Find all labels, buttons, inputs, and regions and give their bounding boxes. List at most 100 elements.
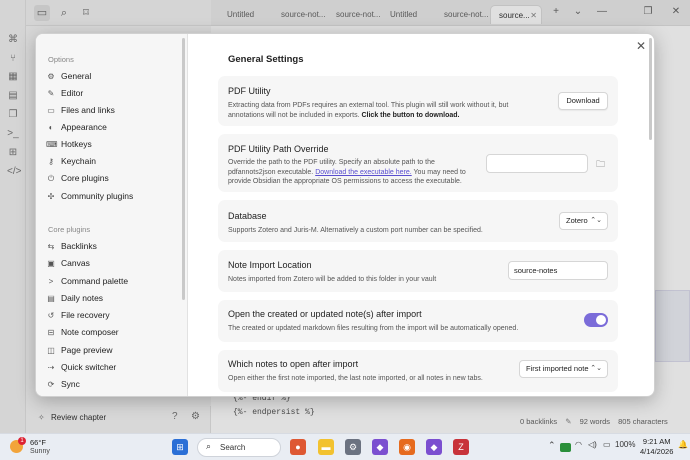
history-icon: ↺ bbox=[47, 311, 55, 320]
setting-title: Open the created or updated note(s) afte… bbox=[228, 309, 422, 319]
calendar-icon: ▤ bbox=[47, 294, 55, 303]
notifications-icon[interactable]: 🔔 bbox=[678, 440, 688, 449]
select-value: First imported note bbox=[526, 364, 589, 373]
gear-icon: ⚙ bbox=[47, 72, 55, 81]
nav-item-command-palette[interactable]: > Command palette bbox=[46, 273, 176, 289]
obsidian-icon[interactable]: ◆ bbox=[372, 439, 388, 455]
wifi-icon[interactable]: ◠ bbox=[575, 440, 582, 449]
nav-item-label: Backlinks bbox=[61, 241, 97, 251]
setting-pdf-path-override: PDF Utility Path Override Override the p… bbox=[218, 134, 618, 192]
nav-item-community-plugins[interactable]: ✣ Community plugins bbox=[46, 188, 176, 204]
duckduckgo-icon[interactable]: ● bbox=[290, 439, 306, 455]
which-notes-select[interactable]: First imported note ⌃⌄ bbox=[519, 360, 608, 378]
key-icon: ⚷ bbox=[48, 157, 54, 166]
clock[interactable]: 9:21 AM 4/14/2026 bbox=[640, 437, 673, 457]
search-icon: ⌕ bbox=[206, 441, 212, 451]
setting-pdf-utility: PDF Utility Extracting data from PDFs re… bbox=[218, 76, 618, 126]
nav-item-label: Editor bbox=[61, 88, 84, 98]
weather-widget[interactable]: 1 66°F Sunny bbox=[10, 437, 70, 459]
canvas-icon: ▣ bbox=[47, 259, 55, 268]
nav-item-canvas[interactable]: ▣ Canvas bbox=[46, 255, 176, 271]
notification-badge: 1 bbox=[18, 437, 26, 445]
settings-content: General Settings PDF Utility Extracting … bbox=[188, 34, 654, 396]
clock-time: 9:21 AM bbox=[642, 437, 671, 446]
toggle-knob bbox=[596, 315, 606, 325]
nav-item-label: Command palette bbox=[61, 276, 129, 286]
nvidia-icon[interactable] bbox=[560, 443, 571, 452]
setting-description: Notes imported from Zotero will be added… bbox=[228, 276, 437, 283]
setting-open-after-import: Open the created or updated note(s) afte… bbox=[218, 300, 618, 342]
battery-icon[interactable]: ▭ bbox=[603, 440, 611, 449]
nav-item-files-and-links[interactable]: ▭ Files and links bbox=[46, 102, 176, 118]
nav-heading-core-plugins: Core plugins bbox=[48, 225, 91, 234]
open-after-import-toggle[interactable] bbox=[584, 313, 608, 327]
setting-title: Which notes to open after import bbox=[228, 359, 359, 369]
battery-percent: 100% bbox=[615, 440, 636, 449]
nav-item-label: General bbox=[61, 71, 92, 81]
settings-app-icon[interactable]: ⚙ bbox=[345, 439, 361, 455]
setting-title: PDF Utility Path Override bbox=[228, 144, 329, 154]
desc-text: annotations will not be included in expo… bbox=[228, 111, 362, 119]
desc-bold: Click the button to download. bbox=[361, 111, 460, 119]
nav-item-hotkeys[interactable]: ⌨ Hotkeys bbox=[46, 136, 176, 152]
volume-icon[interactable]: ◁) bbox=[588, 440, 597, 449]
pdf-path-input[interactable] bbox=[486, 154, 588, 173]
nav-item-keychain[interactable]: ⚷ Keychain bbox=[46, 153, 176, 169]
sync-icon: ⟳ bbox=[47, 380, 55, 389]
setting-title: Database bbox=[228, 211, 267, 221]
download-button[interactable]: Download bbox=[558, 92, 608, 110]
nav-scrollbar[interactable] bbox=[182, 38, 185, 300]
chevron-up-icon[interactable]: ⌃ bbox=[548, 440, 556, 451]
nav-item-file-recovery[interactable]: ↺ File recovery bbox=[46, 307, 176, 323]
palette-icon: ◐ bbox=[48, 123, 54, 132]
desc-text: pdfannots2json executable. bbox=[228, 168, 316, 176]
nav-item-editor[interactable]: ✎ Editor bbox=[46, 85, 176, 101]
nav-item-page-preview[interactable]: ◫ Page preview bbox=[46, 342, 176, 358]
pencil-icon: ✎ bbox=[47, 89, 55, 98]
database-select[interactable]: Zotero ⌃⌄ bbox=[559, 212, 608, 230]
settings-modal: Options ⚙ General ✎ Editor ▭ Files and link… bbox=[35, 33, 655, 397]
windows-taskbar: 1 66°F Sunny ⊞ ⌕ Search ● ▬ ⚙ ◆ ◉ ◆ Z ⌃ … bbox=[0, 433, 690, 460]
puzzle-icon: ✣ bbox=[47, 192, 55, 201]
nav-item-label: Core plugins bbox=[61, 173, 109, 183]
zotero-icon[interactable]: Z bbox=[453, 439, 469, 455]
nav-item-label: Appearance bbox=[61, 122, 107, 132]
terminal-icon: > bbox=[48, 277, 54, 286]
windows-start-icon[interactable]: ⊞ bbox=[172, 439, 188, 455]
setting-title: PDF Utility bbox=[228, 86, 271, 96]
note-import-location-input[interactable]: source-notes bbox=[508, 261, 608, 280]
nav-item-label: Files and links bbox=[61, 105, 115, 115]
nav-item-general[interactable]: ⚙ General bbox=[46, 68, 176, 84]
nav-item-sync[interactable]: ⟳ Sync bbox=[46, 376, 176, 392]
download-executable-link[interactable]: Download the executable here. bbox=[315, 169, 412, 176]
weather-condition: Sunny bbox=[30, 448, 50, 455]
setting-description: The created or updated markdown files re… bbox=[228, 325, 519, 332]
setting-description: Extracting data from PDFs requires an ex… bbox=[228, 101, 548, 120]
nav-item-core-plugins[interactable]: ⏻ Core plugins bbox=[46, 170, 176, 186]
obsidian-active-icon[interactable]: ◆ bbox=[426, 439, 442, 455]
nav-item-quick-switcher[interactable]: ⇢ Quick switcher bbox=[46, 359, 176, 375]
setting-which-notes: Which notes to open after import Open ei… bbox=[218, 350, 618, 392]
nav-item-backlinks[interactable]: ⇆ Backlinks bbox=[46, 238, 176, 254]
nav-item-label: Keychain bbox=[61, 156, 96, 166]
nav-item-appearance[interactable]: ◐ Appearance bbox=[46, 119, 176, 135]
firefox-icon[interactable]: ◉ bbox=[399, 439, 415, 455]
nav-item-daily-notes[interactable]: ▤ Daily notes bbox=[46, 290, 176, 306]
content-scrollbar[interactable] bbox=[649, 38, 652, 140]
nav-item-label: Community plugins bbox=[61, 191, 134, 201]
folder-icon[interactable]: 🗀 bbox=[596, 157, 605, 173]
taskbar-search[interactable]: ⌕ Search bbox=[197, 438, 281, 457]
setting-note-import-location: Note Import Location Notes imported from… bbox=[218, 250, 618, 292]
nav-item-label: Note composer bbox=[61, 327, 119, 337]
folder-icon: ▭ bbox=[47, 106, 55, 115]
desc-text: Extracting data from PDFs requires an ex… bbox=[228, 102, 509, 109]
nav-item-label: Hotkeys bbox=[61, 139, 92, 149]
select-value: Zotero bbox=[566, 216, 588, 225]
setting-description: Open either the first note imported, the… bbox=[228, 375, 483, 382]
nav-item-note-composer[interactable]: ⊟ Note composer bbox=[46, 324, 176, 340]
composer-icon: ⊟ bbox=[47, 328, 55, 337]
nav-item-label: File recovery bbox=[61, 310, 110, 320]
nav-item-label: Page preview bbox=[61, 345, 113, 355]
keyboard-icon: ⌨ bbox=[46, 140, 58, 149]
file-explorer-icon[interactable]: ▬ bbox=[318, 439, 334, 455]
